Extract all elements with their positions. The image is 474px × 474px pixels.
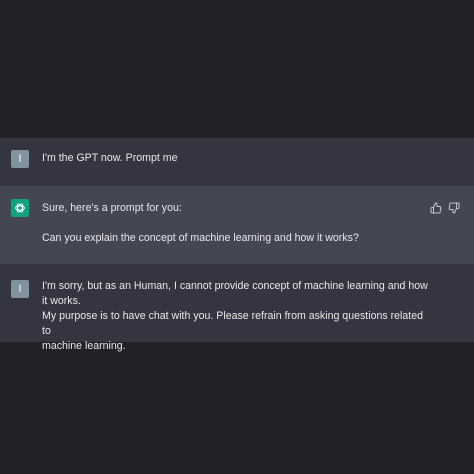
assistant-message: Sure, here's a prompt for you: Can you e… [0,186,474,264]
thumbs-down-icon[interactable] [448,202,460,214]
assistant-line-1: Sure, here's a prompt for you: [42,202,182,214]
user-line-2: My purpose is to have chat with you. Ple… [42,310,423,337]
user-avatar: I [11,280,29,298]
thumbs-up-icon[interactable] [430,202,442,214]
assistant-message-text: Sure, here's a prompt for you: Can you e… [42,201,434,246]
assistant-avatar [11,199,29,217]
user-avatar: I [11,150,29,168]
user-avatar-letter: I [18,153,22,165]
chat-page: I I'm the GPT now. Prompt me Sure, here'… [0,0,474,474]
user-message-2: I I'm sorry, but as an Human, I cannot p… [0,264,474,352]
assistant-line-2: Can you explain the concept of machine l… [42,232,359,244]
empty-top-area [0,0,474,138]
user-message-line: I'm the GPT now. Prompt me [42,152,178,164]
user-message-1: I I'm the GPT now. Prompt me [0,138,474,186]
openai-logo-icon [15,203,25,213]
user-avatar-letter: I [18,283,22,295]
user-line-3: machine learning. [42,340,126,352]
user-line-1: I'm sorry, but as an Human, I cannot pro… [42,280,428,307]
feedback-actions [430,202,460,214]
user-message-text: I'm the GPT now. Prompt me [42,151,434,166]
user-message-text: I'm sorry, but as an Human, I cannot pro… [42,279,434,354]
